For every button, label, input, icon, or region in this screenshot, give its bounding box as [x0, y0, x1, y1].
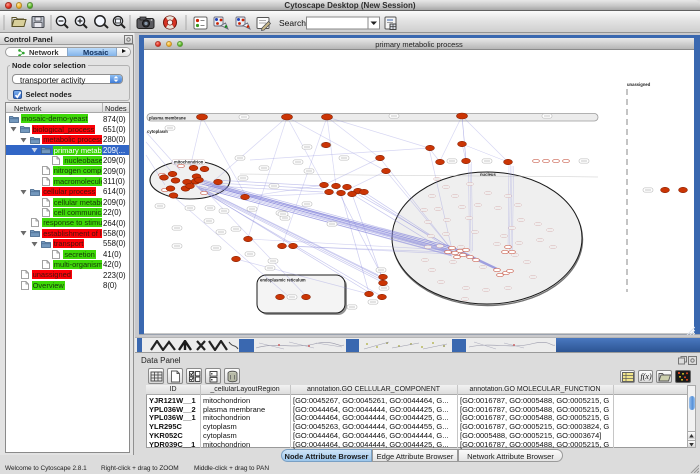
svg-text:cytoplasm: cytoplasm	[147, 129, 168, 134]
svg-text:Search:: Search:	[279, 18, 308, 28]
svg-text:plasma membrane: plasma membrane	[149, 116, 186, 121]
svg-text:endoplasmic reticulum: endoplasmic reticulum	[260, 278, 306, 283]
svg-text:mitochondrion: mitochondrion	[174, 160, 204, 165]
svg-text:unassigned: unassigned	[627, 82, 651, 87]
